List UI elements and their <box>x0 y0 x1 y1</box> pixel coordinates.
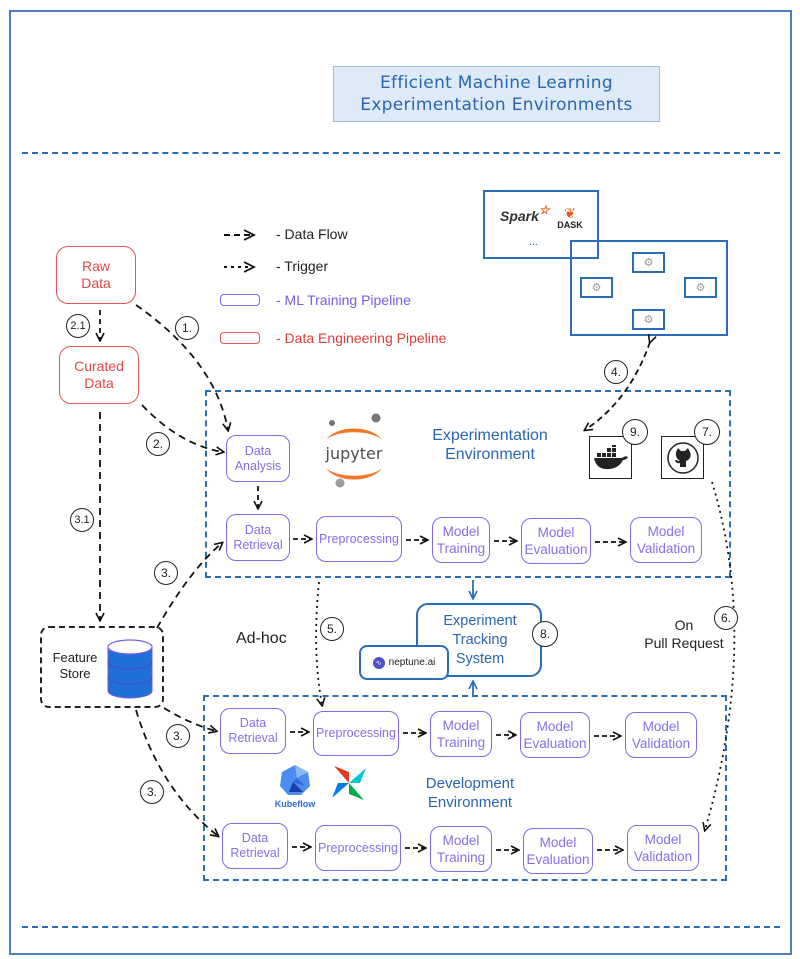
exp-model-validation-node[interactable]: Model Validation <box>630 517 702 563</box>
badge-5: 5. <box>320 617 344 641</box>
badge-2: 2. <box>146 432 170 456</box>
docker-tool[interactable] <box>589 436 632 479</box>
data-analysis-node[interactable]: Data Analysis <box>226 435 290 482</box>
curated-data-node[interactable]: Curated Data <box>59 346 139 404</box>
top-separator <box>22 152 780 154</box>
svg-text:jupyter: jupyter <box>325 444 383 463</box>
cluster-worker: ⚙ <box>632 252 665 273</box>
bottom-separator <box>22 926 780 928</box>
badge-2-1: 2.1 <box>66 314 90 338</box>
experimentation-environment-label: Experimentation Environment <box>432 427 548 463</box>
legend-ml-pipeline: - ML Training Pipeline <box>276 292 411 308</box>
legend-de-pipeline: - Data Engineering Pipeline <box>276 330 447 346</box>
badge-1: 1. <box>175 316 199 340</box>
neptune-vendor[interactable]: ∿ neptune.ai <box>359 645 449 680</box>
github-icon <box>666 441 699 474</box>
exp-data-retrieval-node[interactable]: Data Retrieval <box>226 514 290 561</box>
pr-model-validation-node[interactable]: Model Validation <box>627 825 699 871</box>
legend-trigger: - Trigger <box>276 258 329 274</box>
gears-icon: ⚙ <box>695 282 706 294</box>
badge-8: 8. <box>532 621 558 647</box>
legend-data-flow: - Data Flow <box>276 226 348 242</box>
pr-preprocessing-node[interactable]: Preprocessing <box>315 825 401 871</box>
gears-icon: ⚙ <box>643 257 654 269</box>
compute-cluster-box: ⚙ ⚙ ⚙ ⚙ <box>570 240 728 336</box>
airflow-logo-icon <box>330 764 368 802</box>
feature-store[interactable]: Feature Store <box>40 626 164 708</box>
adhoc-data-retrieval-node[interactable]: Data Retrieval <box>220 708 286 754</box>
pr-model-training-node[interactable]: Model Training <box>430 826 492 872</box>
gears-icon: ⚙ <box>591 282 602 294</box>
pr-model-evaluation-node[interactable]: Model Evaluation <box>523 828 593 874</box>
raw-data-node[interactable]: Raw Data <box>56 246 136 304</box>
jupyter-logo-icon: jupyter <box>318 410 390 492</box>
exp-model-training-node[interactable]: Model Training <box>432 517 490 563</box>
adhoc-model-training-node[interactable]: Model Training <box>430 711 492 757</box>
title-line-1: Efficient Machine Learning <box>380 73 613 93</box>
feature-store-label: Feature Store <box>52 650 98 681</box>
kubeflow-logo-icon: Kubeflow <box>270 764 320 814</box>
more-frameworks: ... <box>529 236 539 248</box>
docker-icon <box>593 444 628 469</box>
adhoc-preprocessing-node[interactable]: Preprocessing <box>313 711 399 756</box>
badge-6: 6. <box>714 606 738 630</box>
badge-3-adhoc: 3. <box>166 724 190 748</box>
title-line-2: Experimentation Environments <box>360 95 633 115</box>
cluster-worker: ⚙ <box>684 277 717 298</box>
badge-7: 7. <box>694 419 720 445</box>
adhoc-model-evaluation-node[interactable]: Model Evaluation <box>520 712 590 758</box>
neptune-logo-icon: ∿ <box>372 656 385 669</box>
legend-de-swatch <box>220 332 260 344</box>
pr-data-retrieval-node[interactable]: Data Retrieval <box>222 823 288 869</box>
github-tool[interactable] <box>661 436 704 479</box>
badge-3-exp: 3. <box>154 561 178 585</box>
badge-4: 4. <box>604 360 628 384</box>
exp-preprocessing-node[interactable]: Preprocessing <box>316 516 402 562</box>
cluster-worker: ⚙ <box>632 309 665 330</box>
dask-logo-icon: ❦ DASK <box>557 205 583 230</box>
cluster-worker: ⚙ <box>580 277 613 298</box>
legend-ml-swatch <box>220 294 260 306</box>
badge-9: 9. <box>622 419 648 445</box>
database-icon <box>107 639 153 699</box>
development-environment-label: Development Environment <box>425 775 515 811</box>
badge-3-1: 3.1 <box>70 508 94 532</box>
adhoc-label: Ad-hoc <box>236 630 287 647</box>
badge-3-pr: 3. <box>140 780 164 804</box>
exp-model-evaluation-node[interactable]: Model Evaluation <box>521 518 591 564</box>
diagram-title: Efficient Machine Learning Experimentati… <box>333 66 660 122</box>
spark-logo-icon: Spark☆ <box>500 203 550 224</box>
adhoc-model-validation-node[interactable]: Model Validation <box>625 712 697 758</box>
gears-icon: ⚙ <box>643 314 654 326</box>
